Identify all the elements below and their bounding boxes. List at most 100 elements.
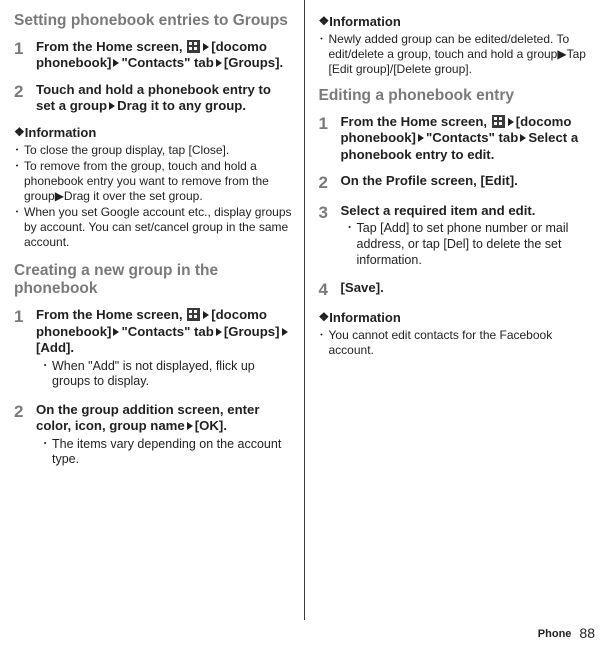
diamond-icon: ❖	[319, 310, 330, 325]
bullet-dot-icon: ･	[42, 359, 52, 390]
text: From the Home screen,	[341, 114, 491, 129]
step-row: 4 [Save].	[319, 280, 598, 300]
step-row: 2 On the Profile screen, [Edit].	[319, 173, 598, 193]
diamond-icon: ❖	[319, 14, 330, 29]
info-text: To close the group display, tap [Close].	[24, 143, 229, 158]
step-row: 3 Select a required item and edit. ･Tap …	[319, 203, 598, 270]
arrow-right-icon	[187, 422, 193, 430]
step-note: ･The items vary depending on the account…	[42, 437, 292, 468]
step-text: From the Home screen, [docomo phonebook]…	[36, 39, 292, 72]
arrow-right-icon	[203, 43, 209, 51]
arrow-right-icon	[113, 328, 119, 336]
step-row: 2 Touch and hold a phonebook entry to se…	[14, 82, 292, 115]
page-columns: Setting phonebook entries to Groups 1 Fr…	[0, 0, 609, 620]
step-body: From the Home screen, [docomo phonebook]…	[36, 307, 292, 392]
info-heading: ❖Information	[319, 310, 598, 326]
info-item: ･To close the group display, tap [Close]…	[14, 143, 292, 158]
text: From the Home screen,	[36, 39, 186, 54]
note-text: Tap [Add] to set phone number or mail ad…	[357, 221, 598, 268]
section-heading-editing-entry: Editing a phonebook entry	[319, 87, 598, 106]
info-text: To remove from the group, touch and hold…	[24, 159, 292, 204]
step-body: On the Profile screen, [Edit].	[341, 173, 598, 193]
step-text: Touch and hold a phonebook entry to set …	[36, 82, 292, 115]
apps-grid-icon	[492, 115, 505, 128]
step-number: 3	[319, 203, 341, 270]
text: "Contacts" tab	[121, 324, 213, 339]
bullet-dot-icon: ･	[14, 143, 24, 158]
text: From the Home screen,	[36, 307, 186, 322]
info-item: ･You cannot edit contacts for the Facebo…	[319, 328, 598, 358]
text: Drag it to any group.	[117, 98, 246, 113]
bullet-dot-icon: ･	[347, 221, 357, 268]
footer-section-label: Phone	[538, 628, 572, 642]
text: [Groups].	[224, 55, 283, 70]
apps-grid-icon	[187, 40, 200, 53]
right-column: ❖Information ･Newly added group can be e…	[305, 0, 609, 620]
arrow-right-icon	[282, 328, 288, 336]
bullet-dot-icon: ･	[14, 159, 24, 204]
step-note: ･Tap [Add] to set phone number or mail a…	[347, 221, 598, 268]
info-item: ･To remove from the group, touch and hol…	[14, 159, 292, 204]
step-row: 2 On the group addition screen, enter co…	[14, 402, 292, 470]
step-text: On the Profile screen, [Edit].	[341, 173, 598, 190]
info-item: ･Newly added group can be edited/deleted…	[319, 32, 598, 77]
step-body: Select a required item and edit. ･Tap [A…	[341, 203, 598, 270]
step-text: From the Home screen, [docomo phonebook]…	[341, 114, 598, 164]
arrow-right-icon	[520, 134, 526, 142]
step-row: 1 From the Home screen, [docomo phoneboo…	[14, 307, 292, 392]
arrow-right-icon	[109, 102, 115, 110]
step-body: Touch and hold a phonebook entry to set …	[36, 82, 292, 115]
step-number: 1	[14, 307, 36, 392]
step-text: [Save].	[341, 280, 598, 297]
arrow-right-icon	[418, 134, 424, 142]
step-number: 1	[14, 39, 36, 72]
arrow-right-icon	[216, 328, 222, 336]
step-text: From the Home screen, [docomo phonebook]…	[36, 307, 292, 357]
step-number: 2	[14, 82, 36, 115]
info-heading: ❖Information	[319, 14, 598, 30]
text: [Add].	[36, 340, 74, 355]
step-text: Select a required item and edit.	[341, 203, 598, 220]
arrow-right-icon	[203, 311, 209, 319]
step-body: From the Home screen, [docomo phonebook]…	[341, 114, 598, 164]
step-number: 4	[319, 280, 341, 300]
step-body: From the Home screen, [docomo phonebook]…	[36, 39, 292, 72]
info-text: When you set Google account etc., displa…	[24, 205, 292, 250]
arrow-right-icon	[216, 59, 222, 67]
diamond-icon: ❖	[14, 125, 25, 140]
step-row: 1 From the Home screen, [docomo phoneboo…	[319, 114, 598, 164]
arrow-right-icon	[113, 59, 119, 67]
bullet-dot-icon: ･	[319, 328, 329, 358]
text: [Groups]	[224, 324, 280, 339]
apps-grid-icon	[187, 308, 200, 321]
info-text: You cannot edit contacts for the Faceboo…	[329, 328, 598, 358]
page-number: 88	[579, 625, 595, 643]
info-heading-label: Information	[25, 125, 97, 140]
step-body: On the group addition screen, enter colo…	[36, 402, 292, 470]
bullet-dot-icon: ･	[319, 32, 329, 77]
step-number: 2	[14, 402, 36, 470]
info-heading-label: Information	[329, 310, 401, 325]
step-number: 2	[319, 173, 341, 193]
step-body: [Save].	[341, 280, 598, 300]
arrow-right-icon	[508, 118, 514, 126]
step-note: ･When "Add" is not displayed, flick up g…	[42, 359, 292, 390]
info-item: ･When you set Google account etc., displ…	[14, 205, 292, 250]
bullet-dot-icon: ･	[14, 205, 24, 250]
section-heading-setting-groups: Setting phonebook entries to Groups	[14, 12, 292, 31]
note-text: When "Add" is not displayed, flick up gr…	[52, 359, 292, 390]
section-heading-creating-group: Creating a new group in the phonebook	[14, 262, 292, 299]
text: [OK].	[195, 418, 227, 433]
step-text: On the group addition screen, enter colo…	[36, 402, 292, 435]
step-row: 1 From the Home screen, [docomo phoneboo…	[14, 39, 292, 72]
bullet-dot-icon: ･	[42, 437, 52, 468]
step-number: 1	[319, 114, 341, 164]
note-text: The items vary depending on the account …	[52, 437, 292, 468]
info-text: Newly added group can be edited/deleted.…	[329, 32, 598, 77]
text: "Contacts" tab	[426, 130, 518, 145]
info-heading-label: Information	[329, 14, 401, 29]
left-column: Setting phonebook entries to Groups 1 Fr…	[0, 0, 305, 620]
info-heading: ❖Information	[14, 125, 292, 141]
page-footer: Phone 88	[538, 625, 595, 643]
text: "Contacts" tab	[121, 55, 213, 70]
